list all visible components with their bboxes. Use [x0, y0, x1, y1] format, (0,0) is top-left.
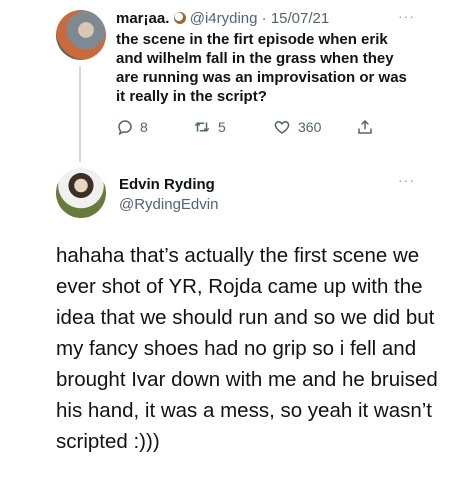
reply-button[interactable]: 8	[116, 118, 148, 136]
like-count: 360	[298, 119, 322, 135]
heart-icon	[274, 120, 290, 134]
like-button[interactable]: 360	[272, 118, 321, 136]
retweet-count: 5	[218, 119, 226, 135]
retweet-button[interactable]: 5	[192, 118, 226, 136]
coconut-icon	[173, 12, 186, 24]
reply-count: 8	[140, 119, 148, 135]
display-name[interactable]: mar¡aa.	[116, 10, 169, 27]
more-options-icon[interactable]: ···	[398, 172, 415, 188]
separator: ·	[261, 10, 267, 27]
tweet-date[interactable]: 15/07/21	[271, 10, 329, 27]
tweet-text: hahaha that’s actually the first scene w…	[56, 244, 438, 453]
tweet-header: mar¡aa. @i4ryding · 15/07/21	[116, 10, 329, 28]
avatar[interactable]	[56, 10, 106, 60]
tweet-text: the scene in the firt episode when erik …	[116, 31, 407, 105]
share-button[interactable]	[356, 118, 374, 136]
thread-connector-line	[79, 66, 81, 162]
handle[interactable]: @RydingEdvin	[119, 196, 218, 213]
retweet-icon	[194, 122, 210, 132]
handle[interactable]: @i4ryding	[190, 10, 258, 27]
display-name[interactable]: Edvin Ryding	[119, 176, 215, 193]
share-icon	[358, 119, 372, 134]
reply-icon	[118, 120, 132, 136]
tweet-actions: 8 5 360	[116, 118, 416, 138]
avatar[interactable]	[56, 168, 106, 218]
more-options-icon[interactable]: ···	[398, 8, 415, 24]
